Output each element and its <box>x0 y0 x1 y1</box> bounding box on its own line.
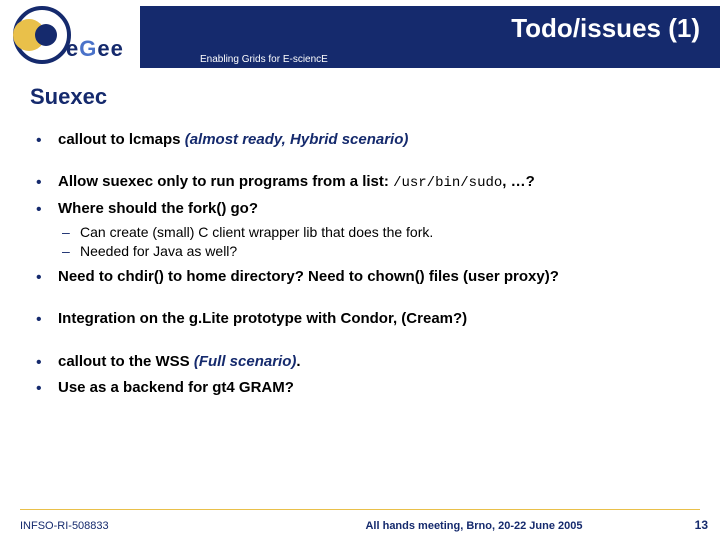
bullet-3-sublist: Can create (small) C client wrapper lib … <box>58 223 690 261</box>
bullet-7: Use as a backend for gt4 GRAM? <box>30 378 690 398</box>
bullet-7-text: Use as a backend for gt4 GRAM? <box>58 379 294 396</box>
bullet-1-prefix: callout to lcmaps <box>58 131 185 148</box>
bullet-4-text: Need to chdir() to home directory? Need … <box>58 268 559 285</box>
slide-title: Todo/issues (1) <box>511 13 700 44</box>
slide-subtitle: Enabling Grids for E-sciencE <box>200 54 328 65</box>
sub-1: Can create (small) C client wrapper lib … <box>58 223 690 242</box>
bullet-5-text: Integration on the g.Lite prototype with… <box>58 310 467 327</box>
logo-text: eGee <box>66 36 124 62</box>
footer-page-number: 13 <box>695 518 708 532</box>
bullet-6-prefix: callout to the WSS <box>58 353 194 370</box>
bullet-2-bold: Allow suexec only to run programs from a… <box>58 173 393 190</box>
bullet-3-text: Where should the fork() go? <box>58 200 258 217</box>
bullet-2: Allow suexec only to run programs from a… <box>30 172 690 193</box>
logo-ee: ee <box>97 36 123 61</box>
section-heading: Suexec <box>30 84 690 110</box>
bullet-2-code: /usr/bin/sudo <box>393 175 502 191</box>
bullet-6-dot: . <box>296 353 300 370</box>
bullet-4: Need to chdir() to home directory? Need … <box>30 267 690 287</box>
bullet-6: callout to the WSS (Full scenario). <box>30 352 690 372</box>
bullet-1-ital: (almost ready, Hybrid scenario) <box>185 131 409 148</box>
egee-logo: eGee <box>8 6 168 66</box>
body: Suexec callout to lcmaps (almost ready, … <box>30 84 690 500</box>
footer-center: All hands meeting, Brno, 20-22 June 2005 <box>20 520 708 532</box>
subtitle-band: Enabling Grids for E-sciencE <box>140 50 720 68</box>
bullet-1: callout to lcmaps (almost ready, Hybrid … <box>30 130 690 150</box>
logo-g: G <box>79 36 97 61</box>
slide: Todo/issues (1) Enabling Grids for E-sci… <box>0 0 720 540</box>
bullet-5: Integration on the g.Lite prototype with… <box>30 309 690 329</box>
logo-e1: e <box>66 36 79 61</box>
sub-2: Needed for Java as well? <box>58 242 690 261</box>
bullet-2-rest: , …? <box>502 173 535 190</box>
bullet-6-ital: (Full scenario) <box>194 353 297 370</box>
title-band: Todo/issues (1) <box>140 6 720 50</box>
bullet-list: callout to lcmaps (almost ready, Hybrid … <box>30 130 690 398</box>
bullet-3: Where should the fork() go? Can create (… <box>30 199 690 261</box>
header: Todo/issues (1) Enabling Grids for E-sci… <box>0 0 720 70</box>
footer: INFSO-RI-508833 All hands meeting, Brno,… <box>20 510 708 532</box>
